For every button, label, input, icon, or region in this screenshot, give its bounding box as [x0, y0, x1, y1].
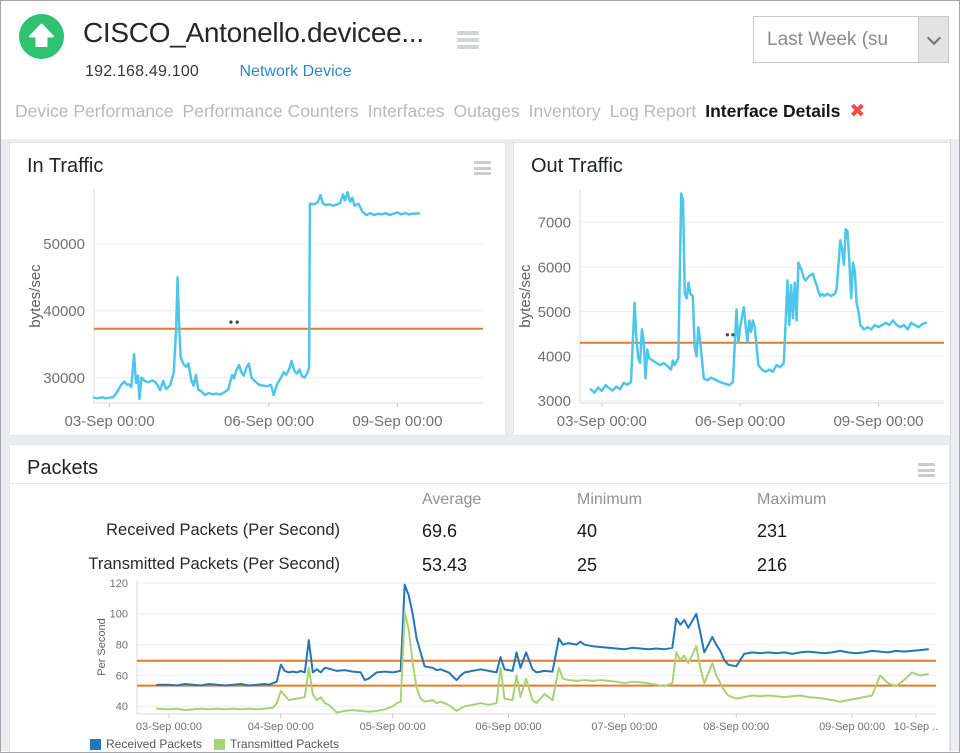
header: CISCO_Antonello.devicee... Last Week (su… — [1, 1, 959, 97]
close-icon[interactable]: ✖ — [849, 102, 865, 121]
svg-text:10-Sep ..: 10-Sep .. — [894, 721, 939, 733]
svg-text:03-Sep 00:00: 03-Sep 00:00 — [65, 413, 155, 430]
tab-inventory[interactable]: Inventory — [529, 101, 601, 122]
row-average: 69.6 — [422, 521, 457, 542]
tab-interface-details[interactable]: Interface Details — [705, 101, 840, 122]
column-header-maximum: Maximum — [757, 491, 826, 509]
legend-label: Transmitted Packets — [230, 737, 339, 751]
legend-label: Received Packets — [106, 737, 202, 751]
svg-text:07-Sep 00:00: 07-Sep 00:00 — [591, 721, 657, 733]
svg-text:100: 100 — [110, 609, 128, 621]
svg-text:bytes/sec: bytes/sec — [517, 264, 534, 328]
svg-text:08-Sep 00:00: 08-Sep 00:00 — [703, 721, 769, 733]
arrow-up-icon — [19, 14, 64, 59]
device-subrow: 192.168.49.100 Network Device — [85, 63, 352, 81]
svg-text:30000: 30000 — [43, 370, 85, 387]
packets-table: Average Minimum Maximum Received Packets… — [10, 483, 949, 581]
device-snapshot-page: CISCO_Antonello.devicee... Last Week (su… — [0, 0, 960, 753]
in-traffic-chart[interactable]: 30000 40000 50000 03-Sep 00:00 06-Sep 00:00 0… — [10, 185, 505, 437]
scrollbar[interactable] — [950, 139, 959, 751]
row-maximum: 231 — [757, 521, 787, 542]
svg-text:03-Sep 00:00: 03-Sep 00:00 — [557, 413, 647, 430]
svg-text:4000: 4000 — [538, 348, 571, 365]
tab-log-report[interactable]: Log Report — [610, 101, 697, 122]
table-row: Received Packets (Per Second) 69.6 40 23… — [10, 513, 949, 547]
in-traffic-panel: In Traffic 30000 40000 50000 03-Sep 00:00 06… — [9, 142, 506, 436]
transmitted-packets-swatch — [214, 739, 225, 750]
chevron-down-icon[interactable] — [918, 17, 948, 62]
period-dropdown-value: Last Week (su — [767, 17, 919, 62]
row-minimum: 40 — [577, 521, 597, 542]
svg-text:3000: 3000 — [538, 393, 571, 410]
svg-text:03-Sep 00:00: 03-Sep 00:00 — [136, 721, 202, 733]
svg-text:05-Sep 00:00: 05-Sep 00:00 — [360, 721, 426, 733]
svg-text:5000: 5000 — [538, 304, 571, 321]
legend-item-transmitted: Transmitted Packets — [214, 737, 339, 751]
period-dropdown[interactable]: Last Week (su — [753, 16, 949, 63]
packets-panel-header: Packets — [10, 445, 949, 484]
out-traffic-chart[interactable]: 3000 4000 5000 6000 7000 03-Sep 00:00 06-Sep 0… — [514, 185, 952, 437]
content-area: In Traffic 30000 40000 50000 03-Sep 00:00 06… — [1, 139, 951, 751]
svg-text:04-Sep 00:00: 04-Sep 00:00 — [248, 721, 314, 733]
svg-text:09-Sep 00:00: 09-Sep 00:00 — [819, 721, 885, 733]
svg-text:6000: 6000 — [538, 259, 571, 276]
svg-text:80: 80 — [116, 640, 128, 652]
out-traffic-title: Out Traffic — [531, 155, 623, 178]
packets-panel: Packets Average Minimum Maximum Received… — [9, 444, 950, 753]
svg-text:06-Sep 00:00: 06-Sep 00:00 — [476, 721, 542, 733]
device-status-up-icon — [19, 14, 64, 59]
row-label: Received Packets (Per Second) — [10, 521, 340, 540]
svg-text:bytes/sec: bytes/sec — [27, 264, 44, 328]
svg-text:40: 40 — [116, 701, 128, 713]
tab-bar: Device Performance Performance Counters … — [15, 101, 953, 122]
svg-text:06-Sep 00:00: 06-Sep 00:00 — [695, 413, 785, 430]
svg-text:Per Second: Per Second — [96, 618, 108, 675]
tab-performance-counters[interactable]: Performance Counters — [183, 101, 359, 122]
svg-text:06-Sep 00:00: 06-Sep 00:00 — [224, 413, 314, 430]
in-traffic-title: In Traffic — [27, 155, 103, 178]
svg-text:120: 120 — [110, 578, 128, 590]
svg-text:60: 60 — [116, 670, 128, 682]
svg-text:40000: 40000 — [43, 303, 85, 320]
svg-text:7000: 7000 — [538, 215, 571, 232]
packets-chart[interactable]: 40 60 80 100 120 03-Sep 00:00 04-Sep 00:00 05-S… — [10, 572, 949, 738]
device-type-link[interactable]: Network Device — [239, 63, 351, 80]
svg-text:09-Sep 00:00: 09-Sep 00:00 — [352, 413, 442, 430]
packets-title: Packets — [27, 457, 98, 480]
column-header-minimum: Minimum — [577, 491, 642, 509]
tab-outages[interactable]: Outages — [453, 101, 519, 122]
received-packets-swatch — [90, 739, 101, 750]
column-header-average: Average — [422, 491, 481, 509]
page-title: CISCO_Antonello.devicee... — [83, 17, 424, 49]
tab-device-performance[interactable]: Device Performance — [15, 101, 174, 122]
tab-interfaces[interactable]: Interfaces — [368, 101, 445, 122]
device-ip: 192.168.49.100 — [85, 63, 199, 80]
out-traffic-panel: Out Traffic 3000 4000 5000 6000 7000 03-Sep 0… — [513, 142, 953, 436]
title-menu-icon[interactable] — [457, 31, 479, 52]
table-header-row: Average Minimum Maximum — [10, 483, 949, 513]
svg-text:09-Sep 00:00: 09-Sep 00:00 — [833, 413, 923, 430]
in-traffic-menu-icon[interactable] — [474, 161, 491, 178]
legend-item-received: Received Packets — [90, 737, 202, 751]
svg-text:50000: 50000 — [43, 236, 85, 253]
packets-menu-icon[interactable] — [918, 463, 935, 480]
chart-legend: Received Packets Transmitted Packets — [90, 737, 339, 751]
